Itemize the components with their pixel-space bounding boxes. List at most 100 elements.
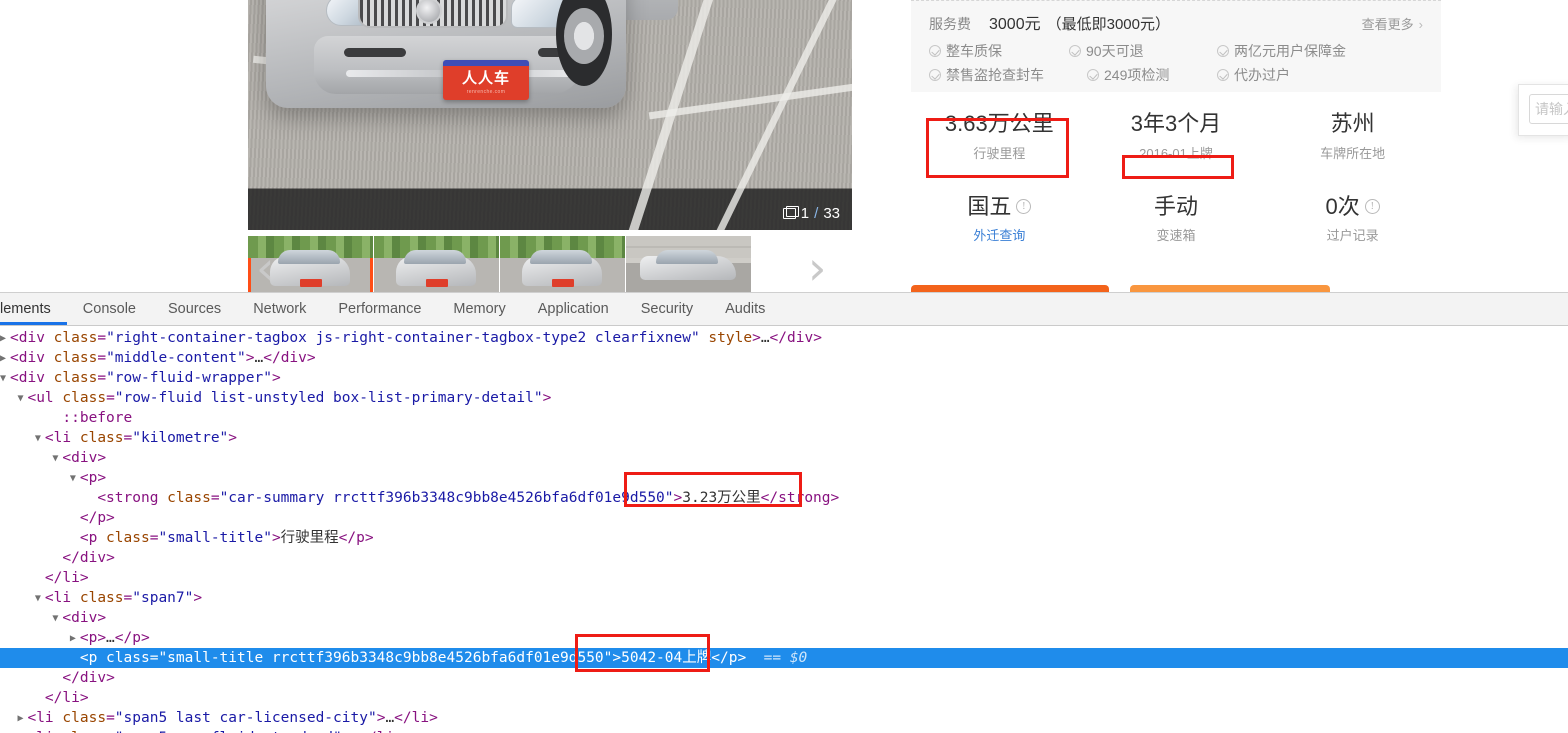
- devtools-tab-audits[interactable]: Audits: [709, 293, 781, 325]
- triangle-right-icon[interactable]: [17, 729, 27, 733]
- service-tag: 代办过户: [1217, 65, 1290, 85]
- dom-node-row[interactable]: <div>: [0, 608, 1568, 628]
- dom-token-txt: …: [385, 710, 395, 726]
- devtools-tab-application[interactable]: Application: [522, 293, 625, 325]
- devtools-tab-label: Performance: [338, 301, 422, 317]
- dom-node-row[interactable]: <li class="span5 last car-licensed-city"…: [0, 708, 1568, 728]
- dom-node-row[interactable]: <li class="span5 car-fluid-standard"> </…: [0, 728, 1568, 733]
- devtools-tab-sources[interactable]: Sources: [152, 293, 237, 325]
- info-icon[interactable]: !: [1364, 198, 1380, 214]
- triangle-right-icon[interactable]: [70, 629, 80, 649]
- thumbnail-2[interactable]: [374, 236, 499, 295]
- photos-icon: [782, 206, 799, 219]
- dom-token-punc: <: [44, 590, 54, 606]
- dom-token-punc: >: [79, 690, 89, 706]
- check-circle-icon: [1217, 69, 1229, 81]
- main-car-photo[interactable]: 人人车 renrenche.com 1 / 33: [248, 0, 852, 230]
- check-circle-icon: [1217, 45, 1229, 57]
- dom-node-row[interactable]: <p>…</p>: [0, 628, 1568, 648]
- devtools-tab-security[interactable]: Security: [625, 293, 709, 325]
- dom-node-row[interactable]: </div>: [0, 668, 1568, 688]
- info-icon[interactable]: !: [1016, 198, 1032, 214]
- triangle-right-icon[interactable]: [0, 329, 10, 349]
- dom-token-punc: >: [752, 330, 761, 346]
- dom-node-row-selected[interactable]: <p class="small-title rrcttf396b3348c9bb…: [0, 648, 1568, 668]
- dom-token-punc: >: [612, 650, 622, 666]
- photo-counter-current: 1: [800, 205, 810, 222]
- side-panel-input[interactable]: 请输入: [1529, 94, 1568, 124]
- devtools-tab-lements[interactable]: lements: [0, 293, 67, 325]
- dom-node-row[interactable]: <strong class="car-summary rrcttf396b334…: [0, 488, 1568, 508]
- check-circle-icon: [929, 45, 941, 57]
- dom-token-punc: >: [271, 370, 281, 386]
- devtools-tab-label: Network: [253, 301, 307, 317]
- dom-token-eq: == $0: [746, 650, 808, 666]
- devtools-tab-console[interactable]: Console: [67, 293, 152, 325]
- devtools-tab-memory[interactable]: Memory: [437, 293, 521, 325]
- dom-node-row[interactable]: <div class="right-container-tagbox js-ri…: [0, 328, 1568, 348]
- gallery-next-arrow[interactable]: ›: [808, 245, 844, 292]
- dom-node-row[interactable]: <li class="kilometre">: [0, 428, 1568, 448]
- dom-token-txt: 3.23万公里: [682, 490, 761, 506]
- devtools-tab-network[interactable]: Network: [237, 293, 322, 325]
- no-toggle-icon: [35, 569, 45, 589]
- dom-node-row[interactable]: ::before: [0, 408, 1568, 428]
- triangle-down-icon[interactable]: [52, 449, 62, 469]
- spec-label: 变速箱: [1156, 228, 1196, 243]
- dom-token-punc: </: [44, 690, 63, 706]
- dom-token-txt: [45, 370, 54, 386]
- devtools-panel: lements Console Sources Network Performance M…: [0, 292, 1568, 733]
- spec-label-link[interactable]: 外迁查询: [973, 225, 1025, 244]
- dom-token-punc: >: [673, 490, 683, 506]
- triangle-down-icon[interactable]: [0, 369, 10, 389]
- dom-node-row[interactable]: </p>: [0, 508, 1568, 528]
- dom-indent: [0, 630, 70, 646]
- check-circle-icon: [929, 69, 941, 81]
- triangle-down-icon[interactable]: [17, 389, 27, 409]
- dom-token-attr: class: [106, 650, 150, 666]
- dom-token-punc: >: [306, 350, 316, 366]
- view-more-link[interactable]: 查看更多 ›: [1362, 14, 1423, 33]
- thumb-license-plate: [552, 279, 574, 287]
- triangle-right-icon[interactable]: [0, 349, 10, 369]
- dom-node-row[interactable]: </div>: [0, 548, 1568, 568]
- triangle-right-icon[interactable]: [17, 709, 27, 729]
- dom-node-row[interactable]: <p>: [0, 468, 1568, 488]
- dom-token-tag: strong: [106, 490, 159, 506]
- devtools-tab-label: Application: [537, 301, 609, 317]
- dom-token-tag: div: [71, 610, 98, 626]
- gallery-prev-arrow[interactable]: ‹: [256, 245, 292, 292]
- dom-node-row[interactable]: <div class="row-fluid-wrapper">: [0, 368, 1568, 388]
- dom-tree-viewer[interactable]: <div class="right-container-tagbox js-ri…: [0, 326, 1568, 733]
- dom-token-punc: >: [830, 490, 840, 506]
- dom-token-tag: p: [97, 510, 107, 526]
- dom-node-row[interactable]: </li>: [0, 568, 1568, 588]
- dom-token-punc: =: [106, 390, 115, 406]
- dom-token-punc: <: [10, 330, 19, 346]
- devtools-tab-performance[interactable]: Performance: [322, 293, 437, 325]
- triangle-down-icon[interactable]: [52, 609, 62, 629]
- triangle-down-icon[interactable]: [35, 429, 45, 449]
- spec-label: 过户记录: [1326, 228, 1379, 243]
- thumbnail-4[interactable]: [626, 236, 751, 295]
- dom-token-tag: div: [18, 350, 45, 366]
- dom-node-row[interactable]: <div>: [0, 448, 1568, 468]
- check-circle-icon: [1069, 45, 1081, 57]
- triangle-down-icon[interactable]: [35, 589, 45, 609]
- dom-node-row[interactable]: </li>: [0, 688, 1568, 708]
- dom-node-row[interactable]: <ul class="row-fluid list-unstyled box-l…: [0, 388, 1568, 408]
- car-info-panel: 服务费 3000元 （最低即3000元） 查看更多 › 整车质保 90天可退 两亿…: [905, 0, 1445, 295]
- dom-node-row[interactable]: <li class="span7">: [0, 588, 1568, 608]
- triangle-down-icon[interactable]: [70, 469, 80, 489]
- dom-token-txt: [45, 350, 54, 366]
- service-tag: 90天可退: [1069, 41, 1217, 61]
- dom-token-punc: >: [542, 390, 552, 406]
- dom-token-attr: class: [53, 350, 98, 366]
- dom-node-row[interactable]: <div class="middle-content">…</div>: [0, 348, 1568, 368]
- no-toggle-icon: [70, 509, 80, 529]
- dom-node-row[interactable]: <p class="small-title">行驶里程</p>: [0, 528, 1568, 548]
- dom-token-attr: class: [53, 370, 98, 386]
- dom-token-punc: <: [79, 530, 89, 546]
- dom-token-txt: 行驶里程: [280, 530, 339, 546]
- thumbnail-3[interactable]: [500, 236, 625, 295]
